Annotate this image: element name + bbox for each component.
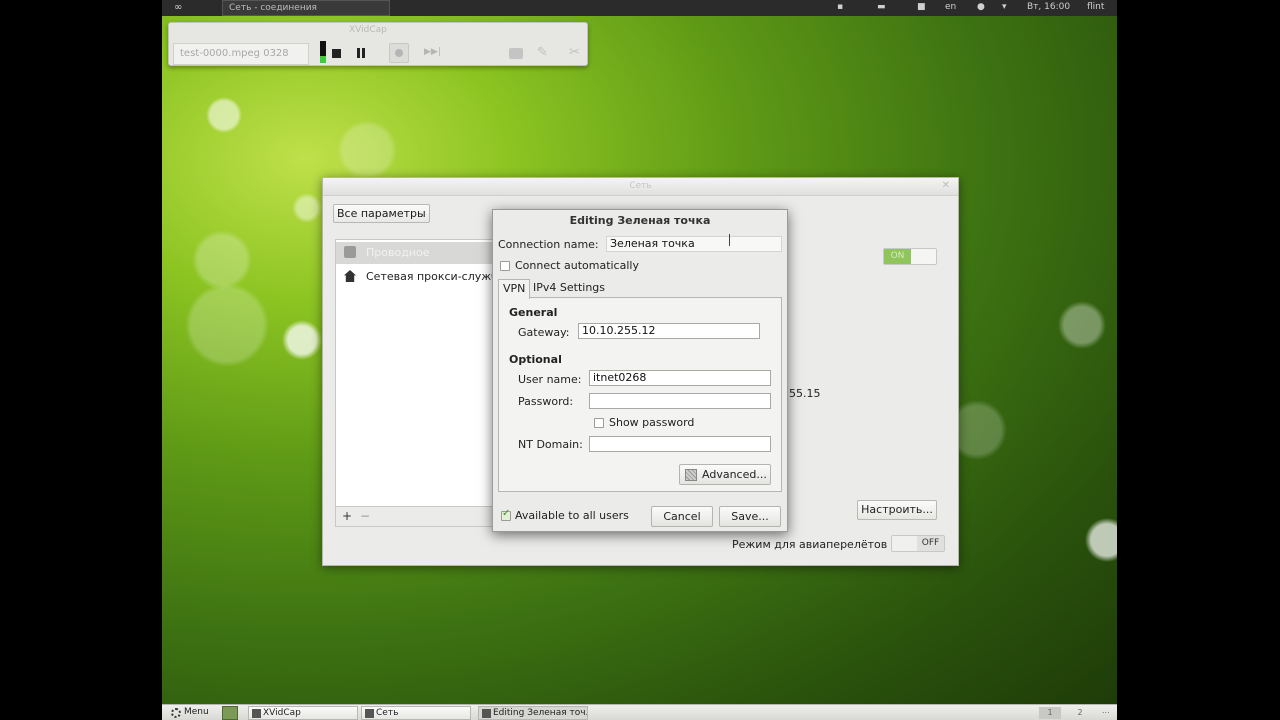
- advanced-button[interactable]: Advanced...: [679, 464, 771, 485]
- available-to-all-users-checkbox[interactable]: [501, 508, 511, 521]
- desktop: ∞ Сеть - соединения ▪ ▬ ■ en ● ▾ Вт, 16:…: [162, 0, 1117, 720]
- window-icon[interactable]: ▪: [837, 2, 843, 12]
- taskbar-item-label: Сеть: [376, 708, 399, 718]
- top-panel-task-label: Сеть - соединения: [229, 3, 317, 13]
- show-desktop-button[interactable]: [222, 706, 238, 720]
- show-password-checkbox[interactable]: [594, 418, 604, 428]
- username-label: User name:: [518, 373, 582, 386]
- edit-icon[interactable]: ✎: [537, 45, 548, 60]
- display-icon[interactable]: ▬: [877, 2, 886, 12]
- network-item-proxy[interactable]: Сетевая прокси-служба: [336, 266, 496, 288]
- ip-address-value: 55.15: [789, 387, 821, 400]
- xvidcap-icon: [252, 709, 261, 718]
- menu-icon: [171, 708, 181, 718]
- panel-corner[interactable]: ...: [1102, 706, 1114, 720]
- dialog-title: Editing Зеленая точка: [569, 214, 711, 227]
- workspace-1[interactable]: 1: [1039, 707, 1061, 719]
- all-settings-button[interactable]: Все параметры: [333, 204, 430, 223]
- connection-switch[interactable]: ON: [883, 248, 937, 265]
- available-to-all-users-label: Available to all users: [515, 509, 629, 522]
- edit-connection-dialog: Editing Зеленая точка Connection name: З…: [492, 209, 788, 532]
- advanced-icon: [685, 469, 697, 481]
- network-icon[interactable]: ▾: [1002, 2, 1007, 12]
- top-panel-task-button[interactable]: Сеть - соединения: [222, 0, 390, 16]
- tab-ipv4-settings[interactable]: IPv4 Settings: [529, 279, 609, 298]
- xvidcap-filename-field[interactable]: test-0000.mpeg 0328: [173, 43, 309, 65]
- top-panel: ∞ Сеть - соединения ▪ ▬ ■ en ● ▾ Вт, 16:…: [162, 0, 1117, 16]
- network-list-toolbar: + −: [335, 507, 495, 527]
- level-meter: [320, 41, 326, 63]
- text-cursor-icon: [729, 234, 730, 246]
- taskbar-item-label: XVidCap: [263, 708, 301, 718]
- network-settings-icon: [365, 709, 374, 718]
- taskbar-item-network[interactable]: Сеть: [361, 706, 471, 720]
- optional-header: Optional: [509, 353, 562, 366]
- vpn-tab-page: General Gateway: 10.10.255.12 Optional U…: [498, 297, 782, 492]
- keyboard-layout[interactable]: en: [945, 2, 956, 12]
- connection-name-input[interactable]: Зеленая точка: [606, 236, 782, 252]
- record-button[interactable]: [389, 43, 409, 63]
- window-titlebar[interactable]: Сеть ✕: [323, 178, 958, 196]
- close-icon[interactable]: ✕: [942, 180, 950, 191]
- password-label: Password:: [518, 395, 574, 408]
- nt-domain-label: NT Domain:: [518, 438, 583, 451]
- password-input[interactable]: [589, 393, 771, 409]
- switch-on-label: ON: [884, 249, 911, 264]
- camera-icon[interactable]: [509, 48, 523, 59]
- network-list: Проводное Сетевая прокси-служба: [335, 239, 496, 507]
- cancel-button[interactable]: Cancel: [651, 506, 713, 527]
- airplane-mode-label: Режим для авиаперелётов: [732, 538, 888, 551]
- network-item-label: Проводное: [366, 246, 430, 259]
- connect-automatically-label: Connect automatically: [515, 259, 639, 272]
- configure-button[interactable]: Настроить...: [857, 500, 937, 520]
- show-password-label: Show password: [609, 416, 695, 429]
- tray-icon[interactable]: ●: [977, 2, 985, 12]
- tools-icon[interactable]: ✂: [569, 45, 580, 60]
- network-item-wired[interactable]: Проводное: [336, 242, 496, 264]
- general-header: General: [509, 306, 558, 319]
- proxy-icon: [344, 270, 356, 282]
- advanced-button-label: Advanced...: [702, 468, 767, 481]
- taskbar-item-xvidcap[interactable]: XVidCap: [248, 706, 358, 720]
- airplane-mode-switch[interactable]: OFF: [891, 535, 945, 552]
- infinity-icon[interactable]: ∞: [174, 2, 182, 13]
- username-input[interactable]: itnet0268: [589, 370, 771, 386]
- gateway-input[interactable]: 10.10.255.12: [578, 323, 760, 339]
- tab-vpn[interactable]: VPN: [498, 279, 531, 299]
- wired-icon: [344, 246, 356, 258]
- pause-button[interactable]: [357, 48, 365, 58]
- main-menu-button[interactable]: Menu: [168, 706, 224, 720]
- record-icon: [395, 49, 403, 57]
- clock[interactable]: Вт, 16:00: [1027, 2, 1070, 12]
- add-connection-button[interactable]: +: [342, 509, 352, 523]
- stop-button[interactable]: [332, 49, 341, 58]
- save-button[interactable]: Save...: [719, 506, 781, 527]
- connection-icon: [482, 709, 491, 718]
- gateway-label: Gateway:: [518, 326, 570, 339]
- xvidcap-toolbar: XVidCap test-0000.mpeg 0328 ▶▶| ✎ ✂: [168, 22, 588, 66]
- nt-domain-input[interactable]: [589, 436, 771, 452]
- xvidcap-title: XVidCap: [349, 25, 387, 35]
- user-menu[interactable]: flint: [1087, 2, 1104, 12]
- connection-name-label: Connection name:: [498, 238, 599, 251]
- folder-icon[interactable]: ■: [917, 2, 926, 12]
- network-item-label: Сетевая прокси-служба: [366, 270, 496, 283]
- workspace-2[interactable]: 2: [1069, 707, 1091, 719]
- taskbar-item-label: Editing Зеленая точ...: [493, 708, 588, 718]
- menu-label: Menu: [184, 707, 209, 717]
- window-title: Сеть: [629, 181, 652, 191]
- connect-automatically-checkbox[interactable]: [500, 261, 510, 271]
- switch-off-label: OFF: [917, 536, 944, 551]
- next-file-button[interactable]: ▶▶|: [424, 47, 441, 57]
- remove-connection-button[interactable]: −: [360, 509, 370, 523]
- bottom-panel: Menu XVidCap Сеть Editing Зеленая точ...…: [162, 704, 1117, 720]
- taskbar-item-editing[interactable]: Editing Зеленая точ...: [478, 706, 588, 720]
